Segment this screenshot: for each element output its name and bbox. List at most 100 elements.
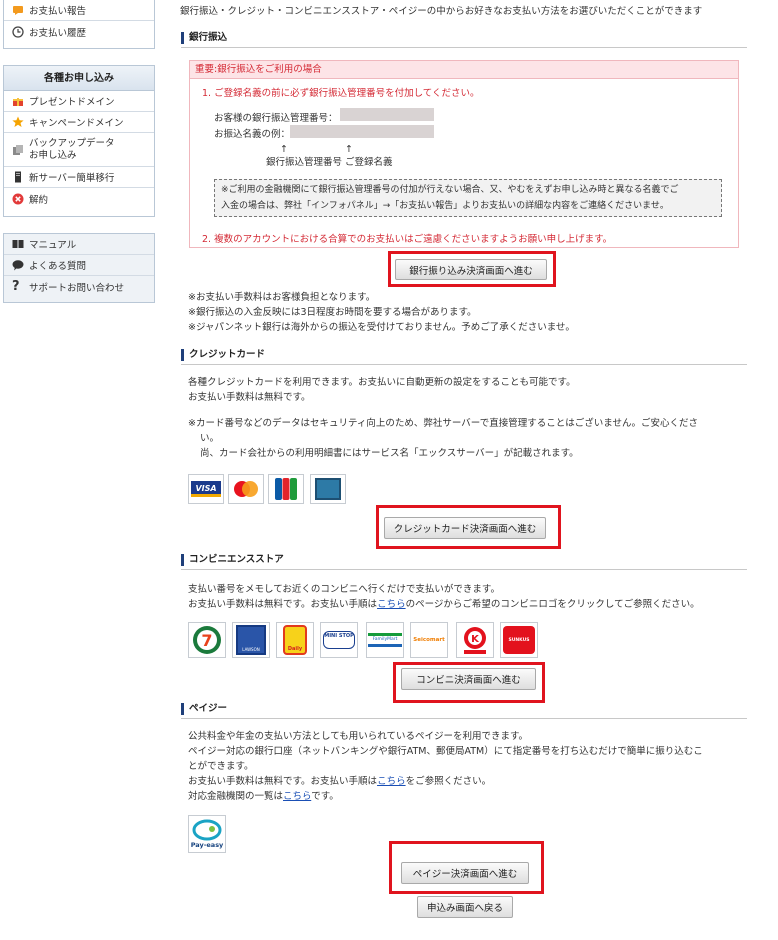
bank-name-note-line2: 入金の場合は、弊社「インフォパネル」→「お支払い報告」よりお支払いの詳細な内容を… — [221, 201, 669, 211]
payeasy-text-1: 公共料金や年金の支払い方法としても用いられているペイジーを利用できます。 — [188, 731, 529, 742]
sidebar-item-faq[interactable]: よくある質問 — [4, 255, 154, 276]
question-icon: ? — [12, 278, 20, 294]
section-heading-convenience: コンビニエンスストア — [181, 552, 747, 570]
sidebar-item-campaign-domain[interactable]: キャンペーンドメイン — [4, 112, 154, 133]
seven-eleven-logo[interactable]: 7 — [188, 622, 226, 658]
sidebar-item-label: 解約 — [29, 194, 49, 206]
jcb-icon — [275, 478, 297, 500]
sidebar-item-label: プレゼントドメイン — [29, 97, 115, 108]
section-heading-bank: 銀行振込 — [181, 30, 747, 48]
familymart-text: FamilyMart — [368, 633, 402, 647]
sidebar-item-cancel[interactable]: 解約 — [4, 188, 154, 209]
arrow-indicators: ↑ ↑ — [280, 144, 353, 155]
sidebar-item-label-line2: お申し込み — [29, 149, 77, 161]
bank-step-1: 1. ご登録名義の前に必ず銀行振込管理番号を付加してください。 — [202, 88, 480, 99]
management-number-value — [340, 108, 434, 121]
bank-name-note: ※ご利用の金融機関にて銀行振込管理番号の付加が行えない場合、又、やむをえずお申し… — [214, 179, 722, 217]
sunkus-logo[interactable]: SUNKUS — [500, 622, 538, 658]
payeasy-text-2: ペイジー対応の銀行口座（ネットバンキングや銀行ATM、郵便局ATM）にて指定番号… — [188, 746, 703, 757]
lawson-text: LAWSON — [242, 647, 260, 652]
payeasy-text-4-pre: お支払い手数料は無料です。お支払い手順は — [188, 776, 378, 787]
seicomart-text: Seicomart — [413, 637, 445, 643]
gift-icon — [12, 95, 24, 107]
familymart-logo[interactable]: FamilyMart — [366, 622, 404, 658]
mastercard-logo — [228, 474, 264, 504]
payeasy-banks-link[interactable]: こちら — [283, 791, 311, 802]
back-to-application-button[interactable]: 申込み画面へ戻る — [417, 896, 513, 918]
example-name-value — [290, 125, 434, 138]
payeasy-logo: Pay-easy — [188, 815, 226, 853]
star-icon — [12, 116, 24, 128]
convenience-text-2: お支払い手数料は無料です。お支払い手順はこちらのページからご希望のコンビニロゴを… — [188, 597, 700, 612]
sidebar-section-title: 各種お申し込み — [4, 66, 154, 91]
sidebar-item-label: キャンペーンドメイン — [29, 118, 124, 129]
sidebar-item-label-line1: バックアップデータ — [29, 137, 115, 149]
sunkus-icon: SUNKUS — [503, 626, 535, 654]
payeasy-text-4: お支払い手数料は無料です。お支払い手順はこちらをご参照ください。 — [188, 774, 491, 789]
management-number-label: お客様の銀行振込管理番号： — [214, 113, 338, 124]
payeasy-icon: Pay-easy — [191, 819, 224, 849]
sidebar-item-support-contact[interactable]: ? サポートお問い合わせ — [4, 276, 154, 297]
circle-k-icon: K — [464, 627, 486, 654]
bank-notice-title: 重要:銀行振込をご利用の場合 — [190, 61, 738, 79]
credit-note-1: ※カード番号などのデータはセキュリティ向上のため、弊社サーバーで直接管理すること… — [188, 418, 698, 429]
server-icon — [12, 171, 24, 183]
sidebar-account-menu: お支払い報告 お支払い履歴 — [3, 0, 155, 49]
chat-icon — [12, 259, 24, 271]
payeasy-text-5-post: です。 — [311, 791, 339, 802]
daily-text: Daily — [287, 646, 303, 652]
sidebar-item-present-domain[interactable]: プレゼントドメイン — [4, 91, 154, 112]
sidebar-item-payment-report[interactable]: お支払い報告 — [4, 0, 154, 21]
circle-k-text: K — [471, 634, 480, 645]
visa-logo: VISA — [188, 474, 224, 504]
arrow-caption: 銀行振込管理番号 ご登録名義 — [266, 157, 393, 168]
payeasy-text-4-post: をご参照ください。 — [405, 776, 492, 787]
daily-yamazaki-logo[interactable]: Daily — [276, 622, 314, 658]
bank-note-2: ※銀行振込の入金反映には3日程度お時間を要する場合があります。 — [188, 307, 477, 318]
lawson-icon: LAWSON — [236, 625, 266, 655]
amex-logo — [310, 474, 346, 504]
section-heading-credit: クレジットカード — [181, 347, 747, 365]
convenience-text-1: 支払い番号をメモしてお近くのコンビニへ行くだけで支払いができます。 — [188, 584, 500, 595]
cancel-icon — [12, 193, 24, 205]
sidebar-item-server-migration[interactable]: 新サーバー簡単移行 — [4, 167, 154, 188]
credit-note-3: 尚、カード会社からの利用明細書にはサービス名「エックスサーバー」が記載されます。 — [200, 448, 579, 459]
sidebar-item-backup-data[interactable]: バックアップデータ お申し込み — [4, 133, 154, 167]
convenience-store-proceed-button[interactable]: コンビニ決済画面へ進む — [401, 668, 536, 690]
sidebar-item-label: マニュアル — [29, 240, 77, 251]
sidebar-item-label: お支払い報告 — [29, 6, 87, 17]
sidebar-item-payment-history[interactable]: お支払い履歴 — [4, 21, 154, 42]
sunkus-text: SUNKUS — [508, 637, 530, 643]
bank-step-2: 2. 複数のアカウントにおける合算でのお支払いはご遠慮くださいますようお願い申し… — [202, 234, 613, 245]
circle-k-logo[interactable]: K — [456, 622, 494, 658]
sidebar-item-label: サポートお問い合わせ — [29, 282, 125, 294]
payeasy-guide-link[interactable]: こちら — [377, 776, 406, 787]
payeasy-text-5: 対応金融機関の一覧はこちらです。 — [188, 789, 339, 804]
ministop-logo[interactable]: MINI STOP — [320, 622, 358, 658]
sidebar-item-label: よくある質問 — [29, 261, 87, 272]
clock-icon — [12, 25, 24, 38]
sidebar-item-manual[interactable]: マニュアル — [4, 234, 154, 255]
credit-text-2: お支払い手数料は無料です。 — [188, 392, 311, 403]
seicomart-logo[interactable]: Seicomart — [410, 622, 448, 658]
lawson-logo[interactable]: LAWSON — [232, 622, 270, 658]
visa-logo-text: VISA — [191, 481, 221, 497]
amex-icon — [315, 478, 341, 500]
convenience-guide-link[interactable]: こちら — [377, 599, 406, 610]
credit-note-2: い。 — [200, 433, 220, 444]
payeasy-text-3: とができます。 — [188, 761, 254, 772]
credit-card-proceed-button[interactable]: クレジットカード決済画面へ進む — [384, 517, 546, 539]
payeasy-logo-text: Pay-easy — [191, 841, 224, 849]
convenience-text-2-post: のページからご希望のコンビニロゴをクリックしてご参照ください。 — [405, 599, 700, 610]
seven-eleven-icon: 7 — [193, 626, 221, 654]
sidebar-item-label: 新サーバー簡単移行 — [29, 173, 115, 184]
mastercard-icon — [234, 481, 258, 497]
sidebar-applications-menu: 各種お申し込み プレゼントドメイン キャンペーンドメイン バックアップデータ お… — [3, 65, 155, 217]
book-icon — [12, 238, 24, 250]
payeasy-proceed-button[interactable]: ペイジー決済画面へ進む — [401, 862, 529, 884]
intro-text: 銀行振込・クレジット・コンビニエンスストア・ペイジーの中からお好きなお支払い方法… — [180, 6, 703, 17]
bank-note-3: ※ジャパンネット銀行は海外からの振込を受付けておりません。予めご了承くださいませ… — [188, 322, 575, 333]
bank-transfer-proceed-button[interactable]: 銀行振り込み決済画面へ進む — [395, 259, 547, 280]
daily-icon: Daily — [283, 625, 307, 655]
example-name-label: お振込名義の例： — [214, 129, 291, 140]
